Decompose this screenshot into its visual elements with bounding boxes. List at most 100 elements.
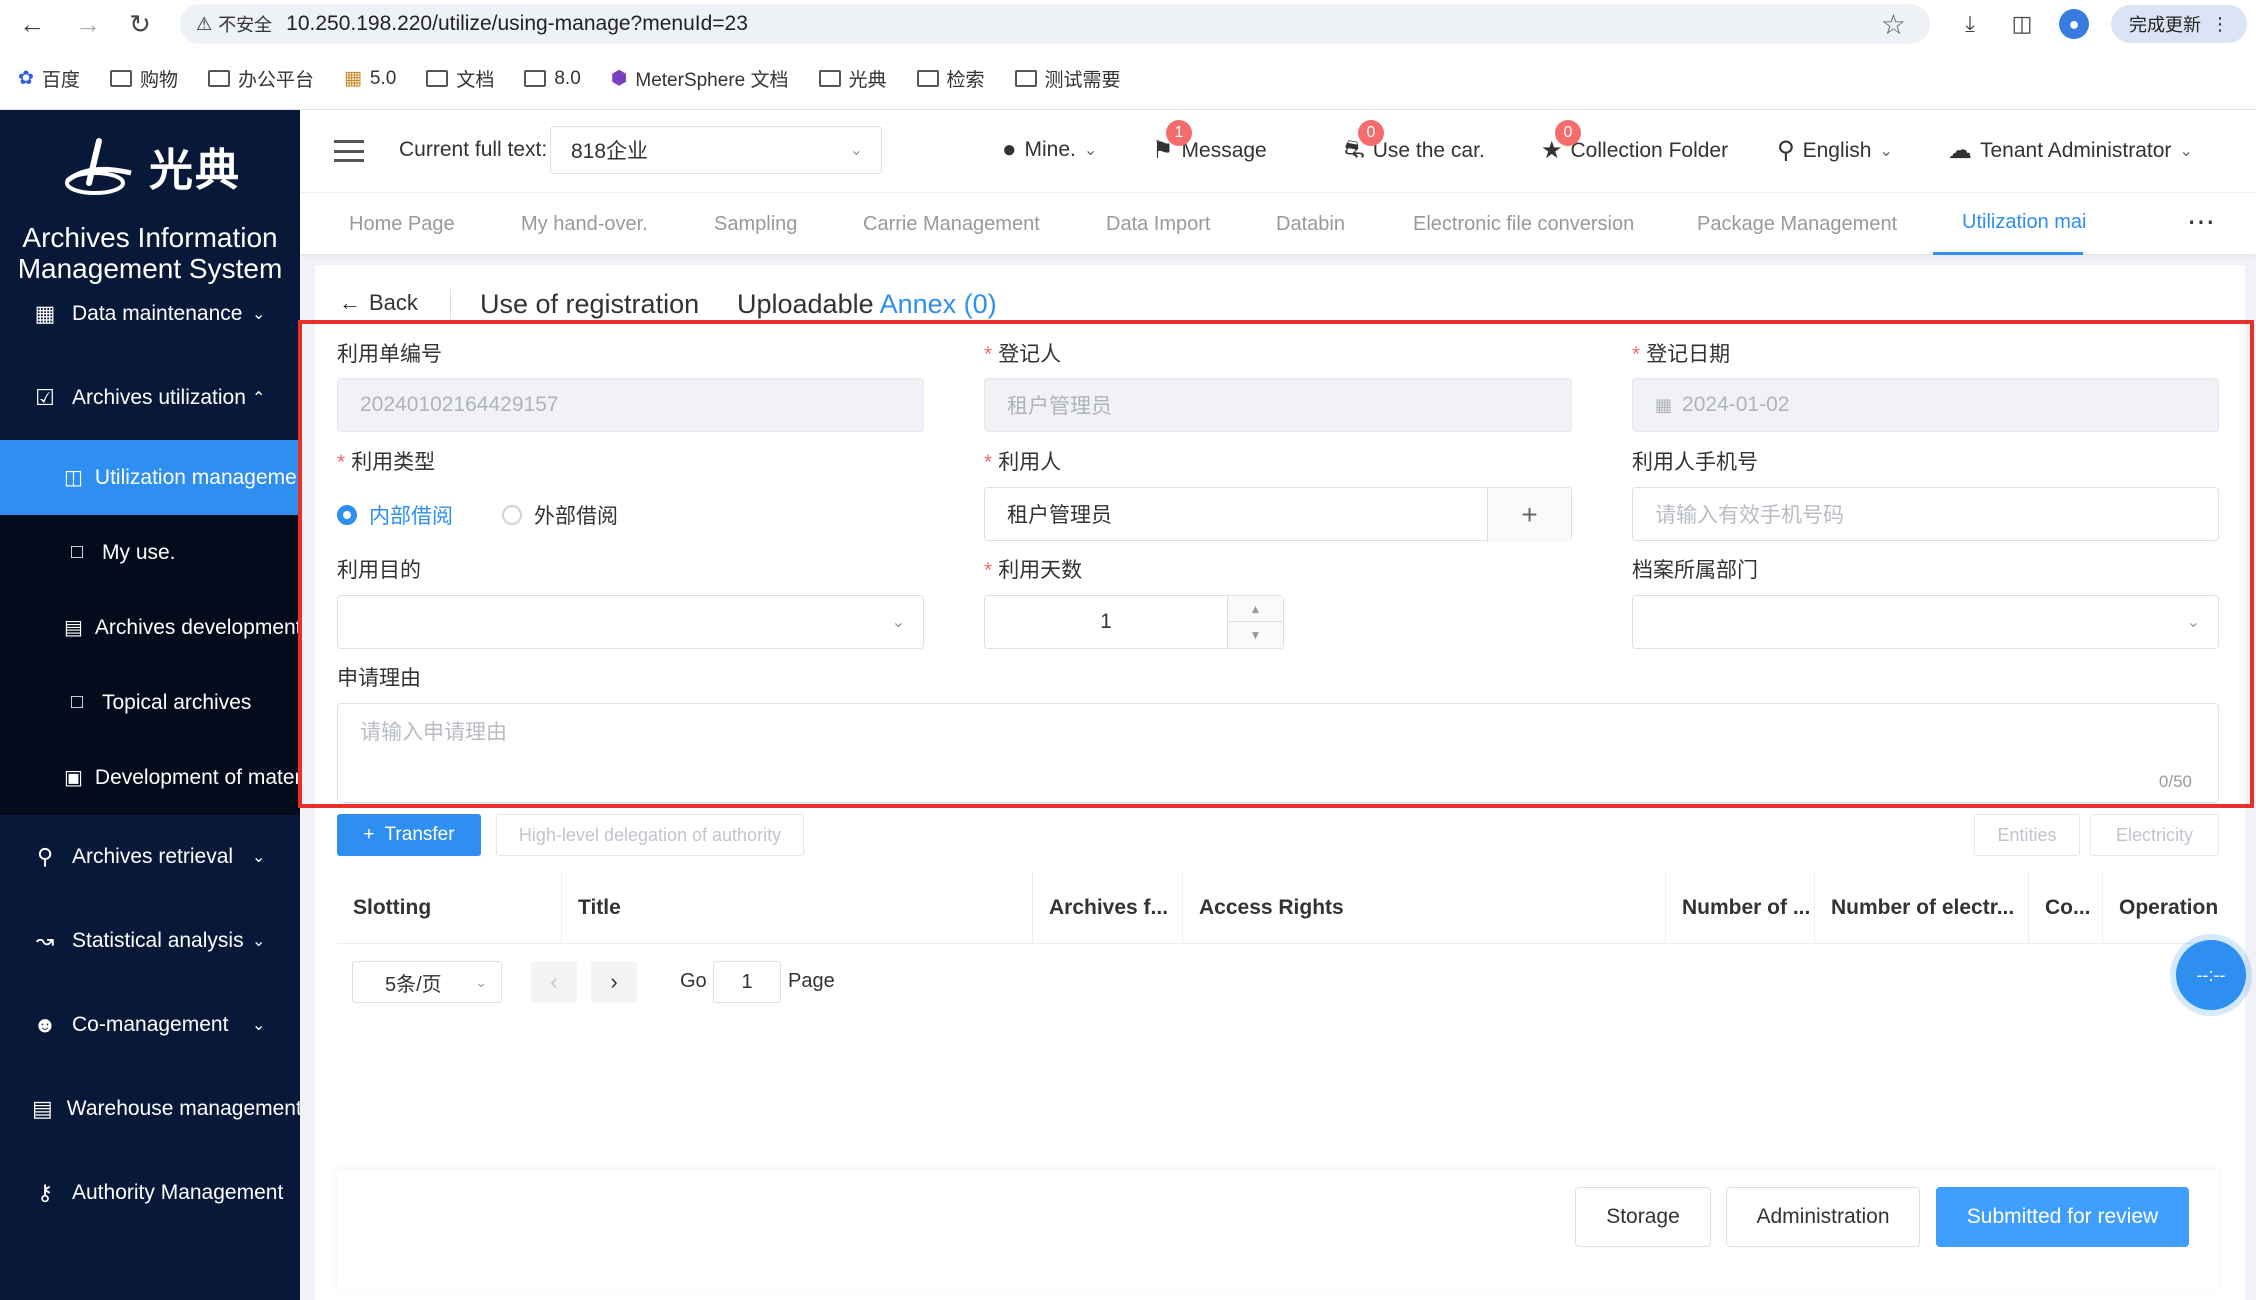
page-label: Page xyxy=(788,970,835,992)
bookmark-5[interactable]: ▦ 5.0 xyxy=(344,67,396,90)
folder-icon xyxy=(207,70,230,87)
bookmark-docs[interactable]: 文档 xyxy=(426,65,494,92)
prev-page-button[interactable]: ‹ xyxy=(531,961,577,1003)
book-icon: ◫ xyxy=(64,467,83,489)
delegation-button[interactable]: High-level delegation of authority xyxy=(496,814,804,856)
add-user-button[interactable]: + xyxy=(1487,488,1571,542)
plus-icon: + xyxy=(363,824,375,845)
page-input[interactable]: 1 xyxy=(713,961,781,1003)
forward-arrow-icon[interactable]: → xyxy=(64,0,112,48)
sidebar-item-data-maintenance[interactable]: ▦ Data maintenance ⌄ xyxy=(0,272,300,356)
tab-utilization-management[interactable]: Utilization mai xyxy=(1933,193,2086,255)
sidebar-item-co-management[interactable]: ☻ Co-management ⌄ xyxy=(0,983,300,1067)
chevron-down-icon: ⌄ xyxy=(252,1017,266,1034)
sidebar-item-archives-utilization[interactable]: ☑ Archives utilization ⌃ xyxy=(0,356,300,440)
submit-review-button[interactable]: Submitted for review xyxy=(1936,1187,2189,1247)
sidebar-item-statistical-analysis[interactable]: ↝ Statistical analysis ⌄ xyxy=(0,899,300,983)
radio-external[interactable]: 外部借阅 xyxy=(502,500,618,530)
folder-icon xyxy=(109,70,132,87)
hamburger-menu-icon[interactable] xyxy=(334,140,364,162)
address-bar[interactable]: ⚠ 不安全 10.250.198.220/utilize/using-manag… xyxy=(180,4,1930,44)
tab-my-hand-over[interactable]: My hand-over. xyxy=(521,193,648,255)
bookmark-search[interactable]: 检索 xyxy=(916,65,985,92)
download-icon[interactable]: ⤓ xyxy=(1955,9,1985,39)
logo-text: 光典 xyxy=(149,145,241,196)
back-button[interactable]: ← Back xyxy=(339,290,418,316)
days-stepper[interactable]: 1 ▲ ▼ xyxy=(984,595,1284,649)
page-size-select[interactable]: 5条/页 ⌄ xyxy=(352,961,502,1003)
entities-button[interactable]: Entities xyxy=(1974,814,2080,856)
save-icon: ▣ xyxy=(64,767,83,789)
sidebar-item-utilization-management[interactable]: ◫ Utilization management xyxy=(0,440,300,515)
sidebar-item-archives-retrieval[interactable]: ⚲ Archives retrieval ⌄ xyxy=(0,815,300,899)
bookmark-star-icon[interactable]: ☆ xyxy=(1881,8,1906,41)
registrant-field: 租户管理员 xyxy=(984,378,1572,432)
bookmark-baidu[interactable]: ✿ 百度 xyxy=(18,65,80,92)
storage-button[interactable]: Storage xyxy=(1575,1187,1711,1247)
mine-menu[interactable]: ● Mine. ⌄ xyxy=(1002,136,1097,164)
stepper-arrows[interactable]: ▲ ▼ xyxy=(1227,596,1283,648)
dept-select[interactable]: ⌄ xyxy=(1632,595,2219,649)
chevron-up-icon[interactable]: ▲ xyxy=(1228,596,1283,622)
warehouse-icon: ▤ xyxy=(32,1096,53,1121)
side-panel-icon[interactable]: ◫ xyxy=(2007,9,2037,39)
tab-home-page[interactable]: Home Page xyxy=(349,193,455,255)
tab-data-import[interactable]: Data Import xyxy=(1106,193,1210,255)
current-fulltext-label: Current full text: xyxy=(399,138,548,161)
purpose-select[interactable]: ⌄ xyxy=(337,595,924,649)
chevron-down-icon[interactable]: ▼ xyxy=(1228,622,1283,648)
user-icon: ● xyxy=(1002,136,1017,163)
message-menu[interactable]: ⚑ 1 Message xyxy=(1152,120,1267,165)
update-button[interactable]: 完成更新 ⋮ xyxy=(2111,5,2247,43)
next-page-button[interactable]: › xyxy=(591,961,637,1003)
sidebar-item-development-materials[interactable]: ▣ Development of materials xyxy=(0,740,300,815)
tab-package-management[interactable]: Package Management xyxy=(1697,193,1897,255)
more-horizontal-icon[interactable]: ⋯ xyxy=(2187,205,2215,238)
tab-sampling[interactable]: Sampling xyxy=(714,193,797,255)
logo-mark-icon xyxy=(65,138,132,195)
car-badge: 0 xyxy=(1358,120,1384,146)
sidebar-item-my-use[interactable]: □ My use. xyxy=(0,515,300,590)
chevron-down-icon: ⌄ xyxy=(1083,142,1098,159)
profile-icon[interactable]: ● xyxy=(2059,9,2089,39)
tab-databin[interactable]: Databin xyxy=(1276,193,1345,255)
external-icon: □ xyxy=(70,541,84,563)
bookmark-office[interactable]: 办公平台 xyxy=(207,65,314,92)
bookmark-metersphere[interactable]: ⬢ MeterSphere 文档 xyxy=(611,65,789,92)
document-icon: ▤ xyxy=(64,617,83,639)
current-fulltext-select[interactable]: 818企业 ⌄ xyxy=(550,126,882,174)
electricity-button[interactable]: Electricity xyxy=(2090,814,2219,856)
sidebar-item-archives-development[interactable]: ▤ Archives development xyxy=(0,590,300,665)
bookmark-shopping[interactable]: 购物 xyxy=(109,65,178,92)
reload-icon[interactable]: ↻ xyxy=(116,0,164,48)
reason-counter: 0/50 xyxy=(2158,772,2192,791)
back-arrow-icon[interactable]: ← xyxy=(8,0,56,48)
chevron-down-icon: ⌄ xyxy=(1879,142,1893,160)
phone-input[interactable]: 请输入有效手机号码 xyxy=(1632,487,2219,541)
collection-menu[interactable]: ★ 0 Collection Folder xyxy=(1541,120,1728,165)
bookmark-8[interactable]: 8.0 xyxy=(524,68,581,90)
chevron-down-icon: ⌄ xyxy=(252,306,266,323)
tab-carrie-management[interactable]: Carrie Management xyxy=(863,193,1040,255)
utilization-submenu: ◫ Utilization management □ My use. ▤ Arc… xyxy=(0,440,300,815)
number-label: 利用单编号 xyxy=(337,343,442,366)
transfer-button[interactable]: + Transfer xyxy=(337,814,481,856)
bookmark-guangdian[interactable]: 光典 xyxy=(818,65,887,92)
tab-electronic-file-conversion[interactable]: Electronic file conversion xyxy=(1413,193,1634,255)
language-menu[interactable]: ⚲ English ⌄ xyxy=(1777,136,1893,165)
floating-timer-button[interactable]: --:-- xyxy=(2176,940,2246,1010)
bookmark-test[interactable]: 测试需要 xyxy=(1014,65,1121,92)
sidebar-item-topical-archives[interactable]: □ Topical archives xyxy=(0,665,300,740)
user-field[interactable]: 租户管理员 + xyxy=(984,487,1572,542)
sidebar-item-authority-management[interactable]: ⚷ Authority Management xyxy=(0,1151,300,1235)
car-menu[interactable]: ⛐ 0 Use the car. xyxy=(1344,120,1485,166)
reason-textarea[interactable]: 请输入申请理由 0/50 xyxy=(337,703,2219,803)
sidebar: 光典 Archives Information Management Syste… xyxy=(0,110,300,1300)
annex-link[interactable]: Annex (0) xyxy=(880,289,997,319)
sidebar-item-warehouse-management[interactable]: ▤ Warehouse management xyxy=(0,1067,300,1151)
more-vert-icon: ⋮ xyxy=(2211,13,2229,34)
radio-internal[interactable]: 内部借阅 xyxy=(337,500,453,530)
tenant-menu[interactable]: ☁ Tenant Administrator ⌄ xyxy=(1948,136,2193,165)
administration-button[interactable]: Administration xyxy=(1726,1187,1920,1247)
phone-label: 利用人手机号 xyxy=(1632,451,1758,474)
